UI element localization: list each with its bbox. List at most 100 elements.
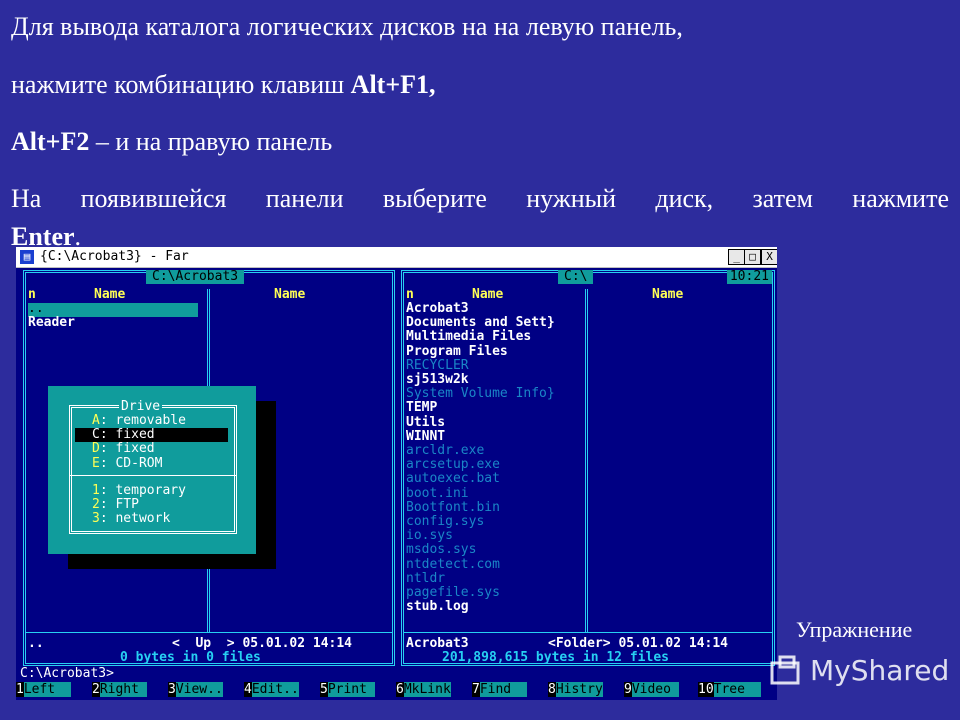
fkey-number: 6: [396, 682, 404, 697]
drive-option-label: : fixed: [99, 441, 155, 457]
list-item[interactable]: arcsetup.exe: [406, 457, 500, 472]
fkey-7[interactable]: 7Find: [472, 682, 527, 698]
list-item[interactable]: pagefile.sys: [406, 585, 500, 600]
drive-option-key: E: [92, 455, 100, 471]
function-key-bar: 1Left 2Right 3View.. 4Edit.. 5Print 6MkLin…: [16, 682, 777, 700]
list-item[interactable]: stub.log: [406, 599, 469, 614]
list-item[interactable]: Acrobat3: [406, 301, 469, 316]
slide-line-3: Alt+F2 – и на правую панель: [11, 127, 332, 157]
list-item[interactable]: boot.ini: [406, 486, 469, 501]
fkey-label: Video: [631, 682, 679, 697]
slide-line-1: Для вывода каталога логических дисков на…: [11, 12, 683, 42]
fkey-number: 10: [698, 682, 714, 697]
right-col1-name-header: Name: [472, 287, 504, 302]
far-app-icon: ▤: [20, 250, 34, 264]
drive-option-a[interactable]: A: removable: [92, 413, 186, 428]
fkey-9[interactable]: 9Video: [624, 682, 679, 698]
drive-option-label: : temporary: [99, 483, 186, 498]
slide-line-4: На появившейся панели выберите нужный ди…: [11, 184, 949, 214]
list-item[interactable]: sj513w2k: [406, 372, 469, 387]
myshared-logo-icon: [770, 655, 800, 685]
right-summary: 201,898,615 bytes in 12 files: [442, 650, 669, 665]
fkey-10[interactable]: 10Tree: [698, 682, 761, 698]
panel-clock: 10:21: [726, 269, 772, 285]
fkey-number: 3: [168, 682, 176, 697]
list-item[interactable]: Program Files: [406, 344, 508, 359]
drive-option-label: : CD-ROM: [99, 455, 163, 471]
line1-text: Для вывода каталога логических дисков на…: [11, 12, 683, 41]
list-item[interactable]: Documents and Sett}: [406, 315, 555, 330]
list-item[interactable]: ntdetect.com: [406, 557, 500, 572]
list-item[interactable]: io.sys: [406, 528, 453, 543]
close-button[interactable]: X: [761, 249, 777, 265]
fkey-number: 7: [472, 682, 480, 697]
list-item[interactable]: arcldr.exe: [406, 443, 484, 458]
window-titlebar[interactable]: ▤ {C:\Acrobat3} - Far _ □ X: [16, 247, 777, 268]
list-item[interactable]: ntldr: [406, 571, 445, 586]
fkey-number: 9: [624, 682, 632, 697]
fkey-6[interactable]: 6MkLink: [396, 682, 451, 698]
list-item[interactable]: config.sys: [406, 514, 484, 529]
drive-option-key: 2: [92, 497, 100, 513]
left-status-separator: [26, 632, 392, 633]
list-item[interactable]: Multimedia Files: [406, 330, 531, 344]
fkey-label: MkLink: [403, 682, 451, 697]
fkey-3[interactable]: 3View..: [168, 682, 223, 698]
fkey-label: Print: [327, 682, 375, 697]
list-item[interactable]: WINNT: [406, 429, 445, 444]
fkey-2[interactable]: 2Right: [92, 682, 147, 698]
drive-option-2[interactable]: 2: FTP: [92, 498, 139, 512]
right-status-separator: [404, 632, 772, 633]
drive-option-1[interactable]: 1: temporary: [92, 483, 186, 498]
fkey-1[interactable]: 1Left: [16, 682, 71, 698]
drive-menu-separator: [69, 475, 237, 476]
line3-keys: Alt+F2: [11, 127, 90, 156]
fkey-label: Left: [23, 682, 71, 697]
fkey-4[interactable]: 4Edit..: [244, 682, 299, 698]
exercise-caption: Упражнение: [796, 617, 913, 642]
list-item[interactable]: autoexec.bat: [406, 472, 500, 486]
fkey-label: Histry: [555, 682, 603, 697]
list-item[interactable]: msdos.sys: [406, 543, 476, 557]
list-item[interactable]: Bootfont.bin: [406, 500, 500, 515]
command-line[interactable]: C:\Acrobat3>: [20, 666, 114, 681]
drive-option-e[interactable]: E: CD-ROM: [92, 455, 163, 471]
fkey-number: 5: [320, 682, 328, 697]
fkey-5[interactable]: 5Print: [320, 682, 375, 698]
drive-option-label: : FTP: [99, 497, 139, 513]
fkey-number: 2: [92, 682, 100, 697]
slide-line-2: нажмите комбинацию клавиш Alt+F1,: [11, 70, 436, 100]
right-file-panel[interactable]: C:\ 10:21 n Name Name Acrobat3 Documents …: [401, 269, 775, 666]
drive-option-key: 1: [92, 483, 100, 498]
drive-option-d[interactable]: D: fixed: [92, 442, 155, 456]
drive-option-key: 3: [92, 511, 100, 527]
minimize-button[interactable]: _: [728, 249, 745, 265]
right-col2-name-header: Name: [652, 287, 684, 302]
line2-keys: Alt+F1,: [350, 70, 436, 99]
line2-text: нажмите комбинацию клавиш: [11, 70, 351, 99]
drive-menu[interactable]: Drive A: removable C: fixed D: fixed E: CD-…: [48, 386, 256, 554]
fkey-label: Edit..: [251, 682, 299, 697]
list-item[interactable]: Utils: [406, 415, 445, 430]
left-panel-path: C:\Acrobat3: [146, 269, 245, 285]
right-column-divider: [585, 289, 588, 633]
left-status-name: ..: [28, 636, 44, 651]
list-item[interactable]: System Volume Info}: [406, 386, 555, 401]
list-item[interactable]: RECYCLER: [406, 358, 469, 373]
list-item[interactable]: TEMP: [406, 401, 437, 415]
drive-option-key: A: [92, 413, 100, 428]
list-item[interactable]: Reader: [28, 315, 75, 330]
window-title: {C:\Acrobat3} - Far: [40, 249, 189, 264]
fkey-number: 1: [16, 682, 24, 697]
right-panel-path: C:\: [558, 269, 594, 285]
fkey-8[interactable]: 8Histry: [548, 682, 603, 698]
fkey-label: Find: [479, 682, 527, 697]
drive-option-label: : fixed: [99, 427, 155, 443]
left-col1-name-header: Name: [94, 287, 126, 302]
far-window: ▤ {C:\Acrobat3} - Far _ □ X C:\Acrobat3 …: [16, 247, 777, 700]
drive-option-3[interactable]: 3: network: [92, 512, 170, 526]
fkey-label: View..: [175, 682, 223, 697]
maximize-button[interactable]: □: [744, 249, 761, 265]
drive-option-c[interactable]: C: fixed: [75, 427, 228, 443]
drive-option-label: : network: [99, 511, 171, 527]
